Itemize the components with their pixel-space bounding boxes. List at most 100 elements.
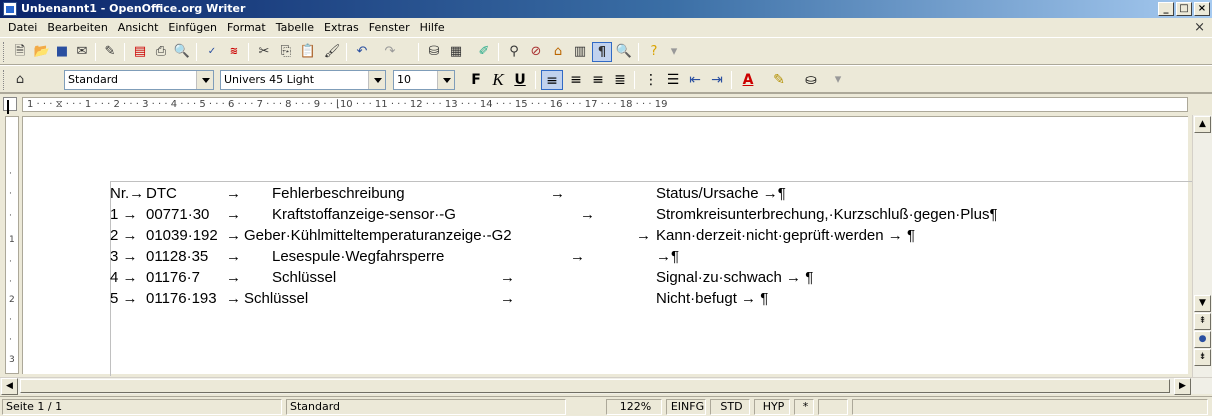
font-size-combo[interactable]: 10	[393, 70, 455, 90]
toolbar-options-icon[interactable]: ▾	[828, 70, 848, 90]
scroll-right-icon[interactable]: ▶	[1174, 378, 1191, 395]
edit-file-icon[interactable]: ✎	[100, 42, 120, 62]
next-page-icon[interactable]: ⇟	[1194, 349, 1211, 366]
justify-icon[interactable]: ≣	[609, 70, 631, 90]
font-color-icon[interactable]: A	[737, 70, 759, 90]
bold-button[interactable]: F	[465, 70, 487, 90]
align-right-icon[interactable]: ≡	[587, 70, 609, 90]
vertical-ruler[interactable]: · · · 1 · · 2 · · 3	[5, 116, 19, 374]
window-title: Unbenannt1 - OpenOffice.org Writer	[21, 2, 246, 15]
tab-type-selector[interactable]	[3, 97, 17, 111]
navigator-compass-icon[interactable]: ⊘	[526, 42, 546, 62]
error-description: Schlüssel	[272, 269, 337, 286]
copy-icon[interactable]: ⎘	[276, 42, 296, 62]
menu-einfuegen[interactable]: Einfügen	[163, 18, 222, 37]
menu-bearbeiten[interactable]: Bearbeiten	[42, 18, 112, 37]
zoom-icon[interactable]: 🔍	[614, 42, 634, 62]
tab-arrow: →	[500, 290, 515, 307]
styles-formatting-icon[interactable]: ⌂	[10, 70, 30, 90]
help-icon[interactable]: ?	[644, 42, 664, 62]
bullets-icon[interactable]: ☰	[662, 70, 684, 90]
toolbar-grip[interactable]	[3, 42, 6, 62]
align-left-icon[interactable]: ≡	[541, 70, 563, 90]
scroll-down-icon[interactable]: ▼	[1194, 295, 1211, 312]
error-description: Schlüssel	[244, 290, 309, 307]
document-modified: *	[794, 399, 814, 415]
toolbar-grip[interactable]	[3, 70, 6, 90]
navigator-icon[interactable]: ⛁	[424, 42, 444, 62]
previous-page-icon[interactable]: ⇞	[1194, 313, 1211, 330]
gallery-icon[interactable]: ⌂	[548, 42, 568, 62]
paste-icon[interactable]: 📋	[298, 42, 318, 62]
highlighting-icon[interactable]: ✎	[768, 70, 790, 90]
menu-extras[interactable]: Extras	[319, 18, 364, 37]
draw-functions-icon[interactable]: ✐	[474, 42, 494, 62]
save-icon[interactable]: ■	[52, 42, 72, 62]
redo-icon[interactable]: ↷	[380, 42, 400, 62]
align-center-icon[interactable]: ≡	[565, 70, 587, 90]
clone-formatting-icon[interactable]: 🖌	[322, 42, 342, 62]
page-preview-icon[interactable]: 🔍	[172, 42, 192, 62]
autospellcheck-icon[interactable]: ≋	[224, 42, 244, 62]
horizontal-scrollbar[interactable]: ◀ ▶	[0, 377, 1212, 395]
status-cause: Nicht·befugt → ¶	[656, 290, 769, 307]
close-button[interactable]: ×	[1194, 2, 1210, 16]
new-document-icon[interactable]: 🗎	[10, 42, 30, 62]
navigation-icon[interactable]: ●	[1194, 331, 1211, 348]
status-cause: Stromkreisunterbrechung,·Kurzschluß·gege…	[656, 206, 998, 223]
menu-datei[interactable]: Datei	[3, 18, 42, 37]
paragraph-style-value: Standard	[68, 73, 119, 86]
find-replace-icon[interactable]: ⚲	[504, 42, 524, 62]
decrease-indent-icon[interactable]: ⇤	[684, 70, 706, 90]
chevron-down-icon[interactable]	[196, 71, 213, 89]
tab-arrow: →	[636, 227, 651, 244]
zoom-level[interactable]: 122%	[606, 399, 662, 415]
menu-ansicht[interactable]: Ansicht	[113, 18, 164, 37]
print-icon[interactable]: ⎙	[151, 42, 171, 62]
email-icon[interactable]: ✉	[72, 42, 92, 62]
table-icon[interactable]: ▦	[446, 42, 466, 62]
scroll-left-icon[interactable]: ◀	[1, 378, 18, 395]
dtc-code: 01176·193	[146, 290, 217, 307]
font-size-value: 10	[397, 73, 411, 86]
spellcheck-icon[interactable]: ✓	[202, 42, 222, 62]
horizontal-ruler[interactable]: 1 · · · ⧖ · · · 1 · · · 2 · · · 3 · · · …	[22, 97, 1188, 112]
tab-arrow: →	[226, 206, 241, 223]
formatting-marks-icon[interactable]: ¶	[592, 42, 612, 62]
minimize-button[interactable]: _	[1158, 2, 1174, 16]
background-color-icon[interactable]: ⛀	[800, 70, 822, 90]
increase-indent-icon[interactable]: ⇥	[706, 70, 728, 90]
hyperlink-mode[interactable]: HYP	[754, 399, 790, 415]
font-name-combo[interactable]: Univers 45 Light	[220, 70, 386, 90]
menu-tabelle[interactable]: Tabelle	[271, 18, 319, 37]
toolbar-options-icon[interactable]: ▾	[664, 42, 684, 62]
export-pdf-icon[interactable]: ▤	[130, 42, 150, 62]
underline-button[interactable]: U	[509, 70, 531, 90]
scroll-up-icon[interactable]: ▲	[1194, 116, 1211, 133]
menu-fenster[interactable]: Fenster	[364, 18, 415, 37]
object-info-field	[852, 399, 1208, 415]
open-icon[interactable]: 📂	[32, 42, 52, 62]
close-document-button[interactable]: ×	[1194, 20, 1205, 35]
horizontal-scroll-thumb[interactable]	[20, 379, 1170, 393]
italic-button[interactable]: K	[487, 70, 509, 90]
numbering-icon[interactable]: ⋮	[640, 70, 662, 90]
vertical-scrollbar[interactable]: ▲ ▼ ⇞ ● ⇟	[1192, 115, 1212, 377]
menu-format[interactable]: Format	[222, 18, 271, 37]
app-window: Unbenannt1 - OpenOffice.org Writer _ □ ×…	[0, 0, 1212, 416]
data-sources-icon[interactable]: ▥	[570, 42, 590, 62]
paragraph-style-combo[interactable]: Standard	[64, 70, 214, 90]
menu-hilfe[interactable]: Hilfe	[415, 18, 450, 37]
chevron-down-icon[interactable]	[437, 71, 454, 89]
cut-icon[interactable]: ✂	[254, 42, 274, 62]
chevron-down-icon[interactable]	[368, 71, 385, 89]
digital-signature-field[interactable]	[818, 399, 848, 415]
error-description: Lesespule·Wegfahrsperre	[272, 248, 445, 265]
page-indicator[interactable]: Seite 1 / 1	[2, 399, 282, 415]
maximize-button[interactable]: □	[1176, 2, 1192, 16]
undo-icon[interactable]: ↶	[352, 42, 372, 62]
insert-mode[interactable]: EINFG	[666, 399, 706, 415]
page-style[interactable]: Standard	[286, 399, 566, 415]
writer-app-icon[interactable]	[3, 2, 17, 16]
selection-mode[interactable]: STD	[710, 399, 750, 415]
